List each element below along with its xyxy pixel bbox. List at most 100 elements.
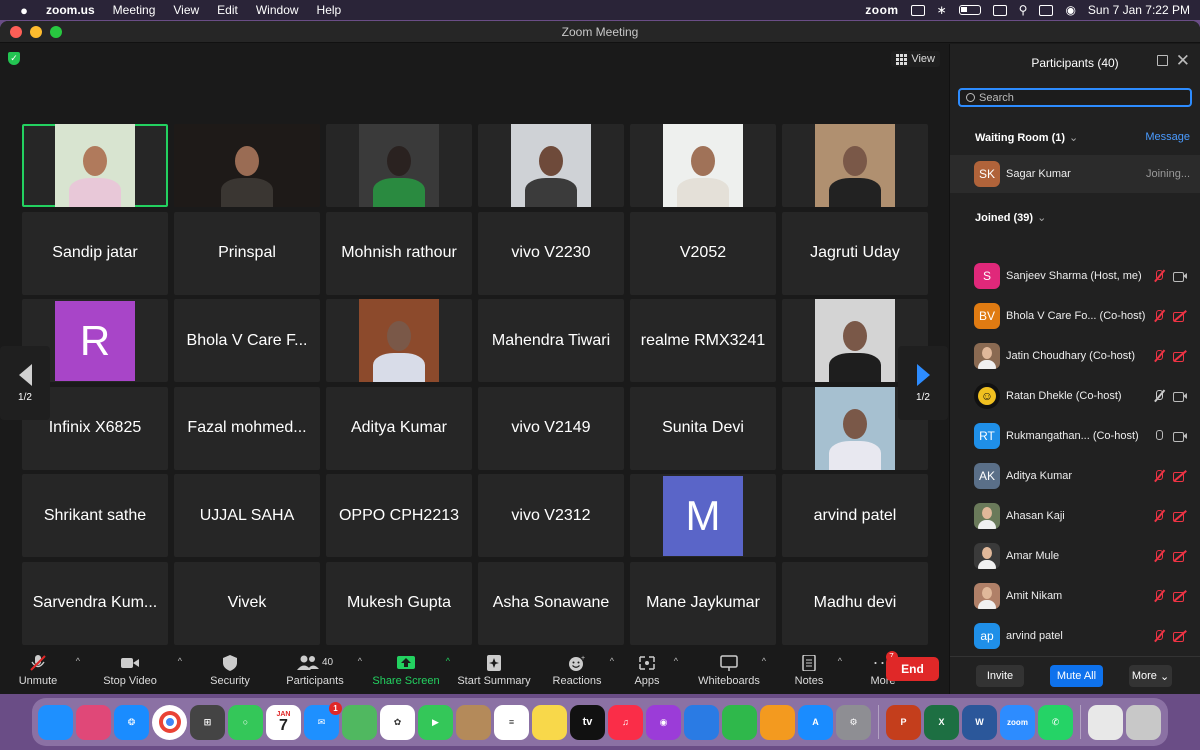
menu-view[interactable]: View — [173, 3, 199, 17]
dock-photos-icon[interactable]: ✿ — [380, 704, 415, 740]
dock-launchpad-icon[interactable] — [76, 704, 111, 740]
participant-row[interactable]: AK Aditya Kumar — [950, 456, 1200, 496]
mic-muted-icon[interactable] — [1153, 590, 1165, 602]
participant-tile[interactable]: Mohnish rathour — [326, 211, 472, 295]
mic-muted-icon[interactable] — [1153, 350, 1165, 362]
participant-tile[interactable]: Jagruti Uday — [782, 211, 928, 295]
participant-tile[interactable]: vivo V2230 — [478, 211, 624, 295]
participant-row[interactable]: Amar Mule — [950, 536, 1200, 576]
search-icon[interactable]: ⚲ — [1019, 3, 1028, 17]
participant-row[interactable]: BV Bhola V Care Fo... (Co-host) — [950, 296, 1200, 336]
participants-button[interactable]: 40 Participants ^ — [270, 647, 362, 694]
participant-tile[interactable] — [326, 124, 472, 207]
participant-tile[interactable]: Sunita Devi — [630, 386, 776, 470]
participant-row[interactable]: Jatin Choudhary (Co-host) — [950, 336, 1200, 376]
participant-tile[interactable]: Prinspal — [174, 211, 320, 295]
siri-icon[interactable]: ◉ — [1065, 3, 1075, 17]
view-button[interactable]: View — [891, 51, 940, 67]
reactions-button[interactable]: + Reactions ^ — [544, 647, 614, 694]
menu-help[interactable]: Help — [317, 3, 342, 17]
dock-calendar-icon[interactable]: JAN 7 — [266, 704, 301, 740]
zoom-status-icon[interactable]: zoom — [865, 3, 898, 17]
control-center-icon[interactable] — [1039, 4, 1054, 16]
participant-tile[interactable]: Mukesh Gupta — [326, 561, 472, 645]
participants-options-icon[interactable]: ^ — [358, 656, 362, 666]
participant-row[interactable]: Ahasan Kaji — [950, 496, 1200, 536]
participant-tile[interactable]: Mane Jaykumar — [630, 561, 776, 645]
dock-numbers-icon[interactable] — [722, 704, 757, 740]
dock-facetime-icon[interactable]: ▶ — [418, 704, 453, 740]
unmute-button[interactable]: Unmute ^ — [8, 647, 80, 694]
dock-reminders-icon[interactable]: ≡ — [494, 704, 529, 740]
participant-tile[interactable] — [478, 124, 624, 207]
stop-video-button[interactable]: Stop Video ^ — [80, 647, 182, 694]
share-screen-button[interactable]: Share Screen ^ — [368, 647, 450, 694]
close-panel-icon[interactable]: ✕ — [1176, 51, 1190, 71]
dock-whatsapp-icon[interactable]: ✆ — [1038, 704, 1073, 740]
menubar-datetime[interactable]: Sun 7 Jan 7:22 PM — [1088, 3, 1190, 17]
apps-button[interactable]: Apps ^ — [620, 647, 678, 694]
participant-tile[interactable]: Bhola V Care F... — [174, 299, 320, 382]
video-off-icon[interactable] — [1173, 511, 1187, 522]
participant-tile[interactable]: Mahendra Tiwari — [478, 299, 624, 382]
screen-mirror-icon[interactable] — [910, 4, 925, 16]
video-off-icon[interactable] — [1173, 591, 1187, 602]
mic-muted-icon[interactable] — [1153, 390, 1165, 402]
participant-tile[interactable] — [174, 124, 320, 207]
dock-keynote-icon[interactable] — [684, 704, 719, 740]
dock-system-settings-icon[interactable]: ⚙ — [836, 704, 871, 740]
participant-tile[interactable]: Vivek — [174, 561, 320, 645]
mic-muted-icon[interactable] — [1153, 470, 1165, 482]
participant-tile[interactable]: V2052 — [630, 211, 776, 295]
close-window-icon[interactable] — [10, 25, 22, 38]
video-camera-icon[interactable] — [1173, 391, 1187, 402]
dock-safari-icon[interactable]: ❂ — [114, 704, 149, 740]
participant-tile[interactable]: arvind patel — [782, 474, 928, 557]
menu-window[interactable]: Window — [256, 3, 299, 17]
participant-tile[interactable] — [326, 299, 472, 382]
dock-mail-icon[interactable]: ✉ 1 — [304, 701, 342, 740]
battery-icon[interactable] — [958, 5, 981, 15]
participant-row[interactable]: Amit Nikam — [950, 576, 1200, 616]
participant-tile[interactable]: vivo V2312 — [478, 474, 624, 557]
whiteboards-button[interactable]: Whiteboards ^ — [694, 647, 766, 694]
video-off-icon[interactable] — [1173, 351, 1187, 362]
participant-tile[interactable] — [782, 124, 928, 207]
dock-contacts-icon[interactable] — [456, 704, 491, 740]
dock-downloads-icon[interactable] — [1088, 704, 1123, 740]
waiting-participant-row[interactable]: SK Sagar Kumar Joining... — [950, 155, 1200, 193]
participant-search[interactable] — [958, 88, 1192, 107]
whiteboards-options-icon[interactable]: ^ — [762, 656, 766, 666]
dock-calculator-icon[interactable]: ⊞ — [190, 704, 225, 740]
notes-button[interactable]: Notes ^ — [782, 647, 842, 694]
menu-meeting[interactable]: Meeting — [113, 3, 156, 17]
joined-header[interactable]: Joined (39) ⌄ — [975, 211, 1046, 224]
dock-podcasts-icon[interactable]: ◉ — [646, 704, 681, 740]
dock-apple-tv-icon[interactable]: tv — [570, 704, 605, 740]
mic-icon[interactable] — [1153, 430, 1165, 442]
dock-word-icon[interactable]: W — [962, 704, 997, 740]
message-waiting-room-link[interactable]: Message — [1145, 131, 1190, 143]
participant-tile[interactable] — [22, 124, 168, 207]
video-off-icon[interactable] — [1173, 551, 1187, 562]
dock-music-icon[interactable]: ♫ — [608, 704, 643, 740]
participant-tile[interactable]: Asha Sonawane — [478, 561, 624, 645]
participant-tile[interactable]: OPPO CPH2213 — [326, 474, 472, 557]
previous-page-button[interactable]: 1/2 — [0, 346, 50, 420]
apple-menu-icon[interactable]: ● — [12, 3, 36, 18]
dock-zoom-icon[interactable]: zoom — [1000, 704, 1035, 740]
video-camera-icon[interactable] — [1173, 271, 1187, 282]
invite-button[interactable]: Invite — [976, 665, 1024, 687]
menu-edit[interactable]: Edit — [217, 3, 238, 17]
participant-tile[interactable]: Sandip jatar — [22, 211, 168, 295]
reactions-options-icon[interactable]: ^ — [610, 656, 614, 666]
end-meeting-button[interactable]: End — [886, 657, 939, 681]
participant-tile[interactable]: Madhu devi — [782, 561, 928, 645]
dock-app-store-icon[interactable]: A — [798, 704, 833, 740]
video-off-icon[interactable] — [1173, 471, 1187, 482]
mic-muted-icon[interactable] — [1153, 630, 1165, 642]
participant-tile[interactable]: realme RMX3241 — [630, 299, 776, 382]
participant-row[interactable]: ☺ Ratan Dhekle (Co-host) — [950, 376, 1200, 416]
pop-out-icon[interactable] — [1157, 55, 1168, 66]
bluetooth-icon[interactable]: ∗ — [937, 3, 947, 17]
